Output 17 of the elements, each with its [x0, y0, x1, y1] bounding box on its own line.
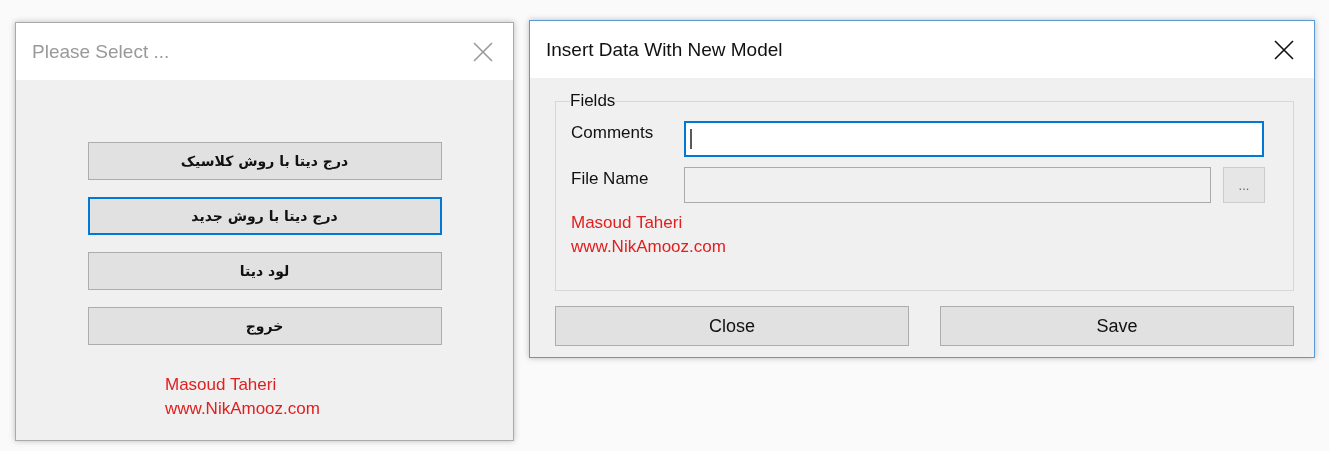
credit-text: Masoud Taheri: [165, 374, 278, 396]
window-title: Please Select ...: [32, 40, 170, 63]
field-label: Comments: [571, 123, 655, 143]
credit-text: www.NikAmooz.com: [165, 398, 320, 420]
menu-button[interactable]: لود دیتا: [87, 252, 442, 290]
field-label: File Name: [571, 169, 650, 189]
input-field[interactable]: [684, 121, 1264, 157]
dialog-button[interactable]: Save: [940, 306, 1294, 346]
dialog-button[interactable]: Close: [555, 306, 909, 346]
window-title: Insert Data With New Model: [546, 38, 783, 61]
close-icon[interactable]: [1274, 39, 1294, 60]
text-cursor-icon: [689, 129, 693, 149]
menu-button[interactable]: خروج: [87, 307, 442, 345]
menu-button[interactable]: درج دیتا با روش کلاسیک: [87, 142, 442, 180]
credit-text: www.NikAmooz.com: [571, 236, 727, 258]
menu-button[interactable]: درج دیتا با روش جدید: [87, 197, 442, 235]
credit-text: Masoud Taheri: [571, 212, 684, 234]
